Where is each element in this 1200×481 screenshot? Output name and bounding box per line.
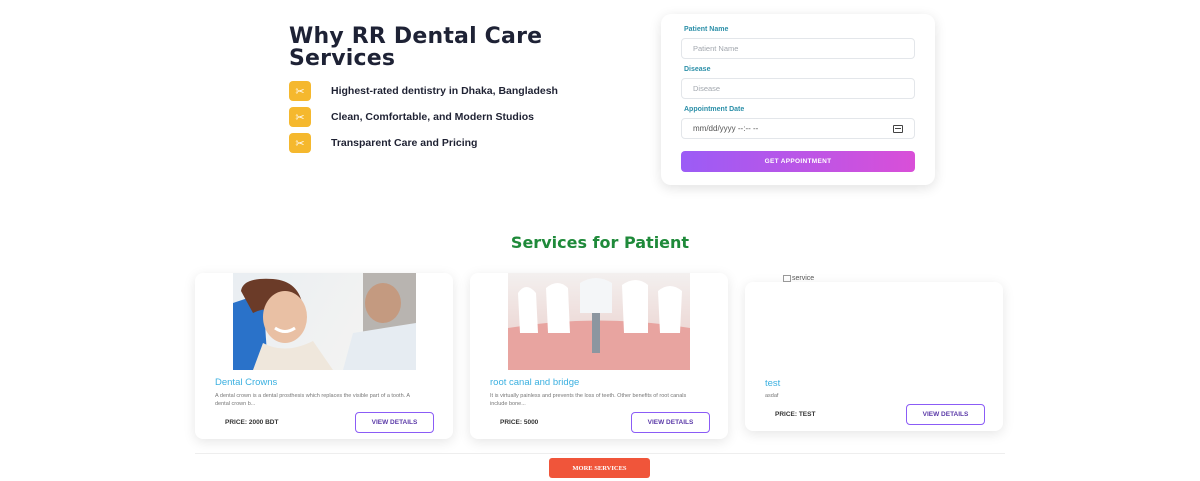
image-alt-text: service xyxy=(792,275,815,282)
view-details-button[interactable]: VIEW DETAILS xyxy=(906,404,985,425)
service-card: Dental Crowns A dental crown is a dental… xyxy=(195,273,453,439)
service-title[interactable]: test xyxy=(765,378,780,389)
appointment-date-input[interactable]: mm/dd/yyyy --:-- -- xyxy=(681,118,915,139)
view-details-button[interactable]: VIEW DETAILS xyxy=(631,412,710,433)
why-section: Why RR Dental Care Services ✂ Highest-ra… xyxy=(289,24,629,153)
feature-item: ✂ Highest-rated dentistry in Dhaka, Bang… xyxy=(289,81,558,101)
patient-name-label: Patient Name xyxy=(684,26,729,33)
patient-name-input[interactable] xyxy=(681,38,915,59)
service-description: asdaf xyxy=(765,393,779,399)
feature-item: ✂ Transparent Care and Pricing xyxy=(289,133,477,153)
service-title[interactable]: root canal and bridge xyxy=(490,377,579,388)
disease-input[interactable] xyxy=(681,78,915,99)
why-title: Why RR Dental Care Services xyxy=(289,24,543,71)
dental-implant-photo xyxy=(508,278,690,370)
scissors-icon: ✂ xyxy=(289,133,311,153)
appointment-date-label: Appointment Date xyxy=(684,106,745,113)
service-image xyxy=(233,273,416,370)
scissors-icon: ✂ xyxy=(289,81,311,101)
service-price: PRICE: TEST xyxy=(775,411,816,418)
dental-patient-photo xyxy=(233,273,416,370)
services-title: Services for Patient xyxy=(510,233,690,252)
broken-image-icon xyxy=(783,275,791,282)
service-image xyxy=(508,273,690,370)
get-appointment-button[interactable]: GET APPOINTMENT xyxy=(681,151,915,172)
service-card: service test asdaf PRICE: TEST VIEW DETA… xyxy=(745,275,1003,431)
service-title[interactable]: Dental Crowns xyxy=(215,377,277,388)
feature-label: Highest-rated dentistry in Dhaka, Bangla… xyxy=(331,85,558,97)
service-description: A dental crown is a dental prosthesis wh… xyxy=(215,393,410,407)
service-description: It is virtually painless and prevents th… xyxy=(490,393,687,407)
disease-label: Disease xyxy=(684,66,711,73)
feature-item: ✂ Clean, Comfortable, and Modern Studios xyxy=(289,107,534,127)
scissors-icon: ✂ xyxy=(289,107,311,127)
service-card: root canal and bridge It is virtually pa… xyxy=(470,273,728,439)
appointment-form: Patient Name Disease Appointment Date mm… xyxy=(661,14,935,185)
divider xyxy=(195,453,1005,454)
feature-label: Transparent Care and Pricing xyxy=(331,137,478,149)
calendar-icon[interactable] xyxy=(893,125,903,133)
service-price: PRICE: 2000 BDT xyxy=(225,419,279,426)
more-services-button[interactable]: MORE SERVICES xyxy=(549,458,650,478)
broken-image: service xyxy=(783,275,814,282)
date-placeholder: mm/dd/yyyy --:-- -- xyxy=(693,124,759,133)
service-price: PRICE: 5000 xyxy=(500,419,539,426)
view-details-button[interactable]: VIEW DETAILS xyxy=(355,412,434,433)
feature-label: Clean, Comfortable, and Modern Studios xyxy=(331,111,535,123)
